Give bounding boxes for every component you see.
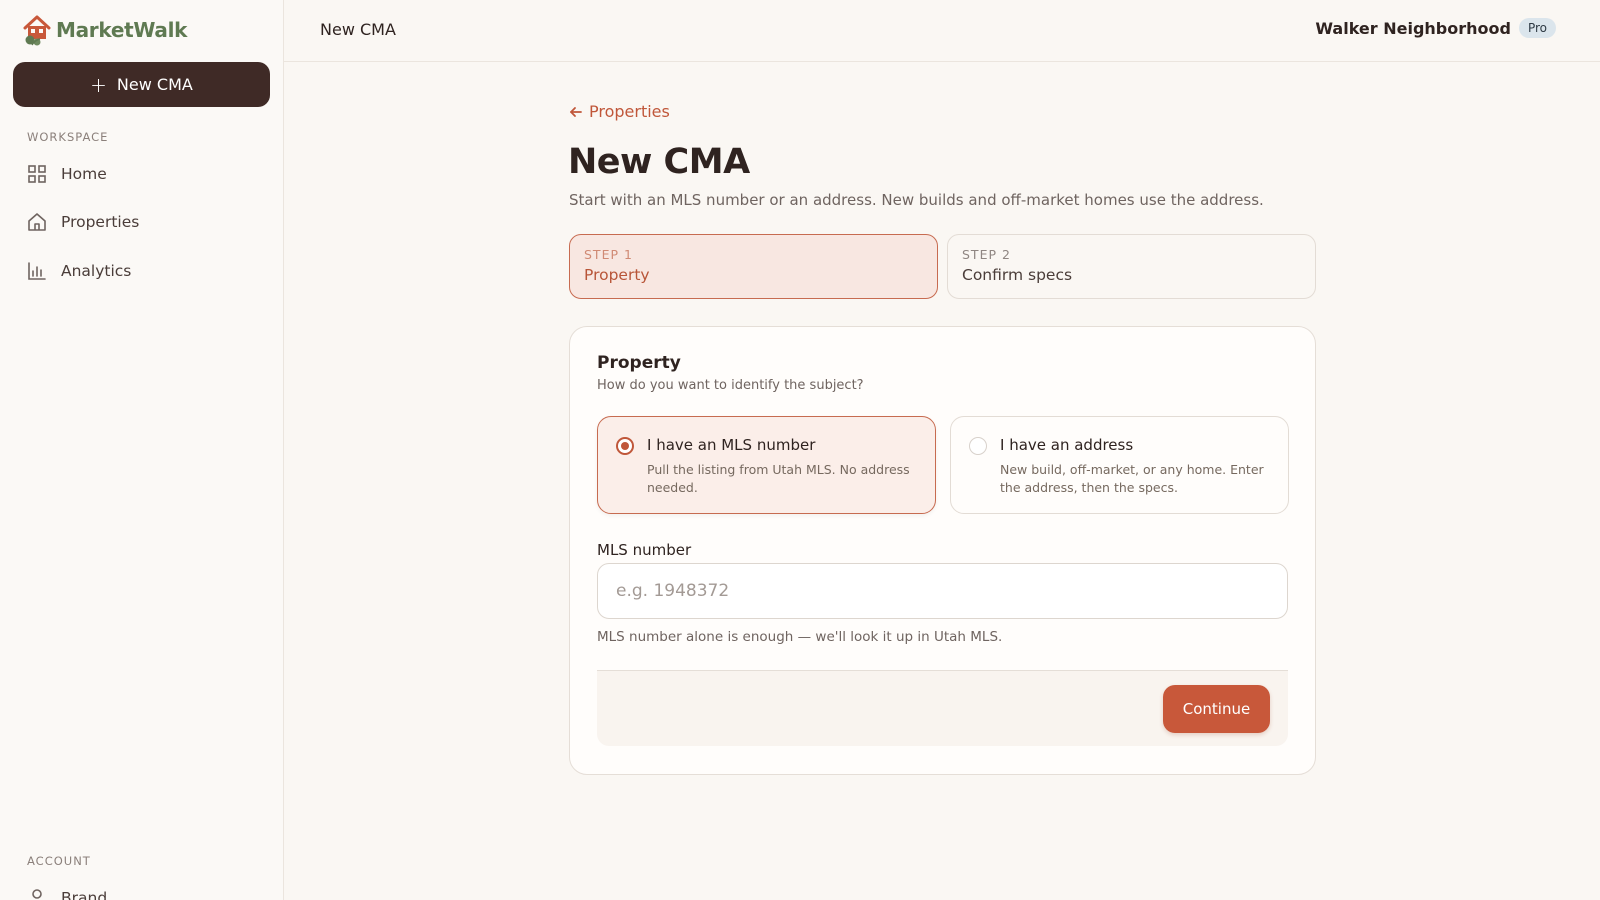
option-title: I have an MLS number xyxy=(647,436,816,454)
topbar: New CMA Walker Neighborhood Pro xyxy=(284,0,1600,62)
user-icon xyxy=(32,889,42,899)
step-label: Property xyxy=(584,266,650,284)
logo[interactable]: MarketWalk xyxy=(22,14,187,46)
brand-name: MarketWalk xyxy=(56,18,188,42)
option-title: I have an address xyxy=(1000,436,1134,454)
option-mls-number[interactable]: I have an MLS number Pull the listing fr… xyxy=(597,416,936,514)
step-number: STEP 2 xyxy=(962,247,1011,262)
sidebar-item-label: Properties xyxy=(61,213,140,231)
back-to-properties-link[interactable]: Properties xyxy=(569,102,670,121)
mls-number-help: MLS number alone is enough — we'll look … xyxy=(597,629,1003,645)
sidebar-item-analytics[interactable]: Analytics xyxy=(27,261,131,281)
property-card: Property How do you want to identify the… xyxy=(569,326,1316,775)
workspace-switcher[interactable]: Walker Neighborhood Pro xyxy=(1315,18,1556,38)
plan-badge: Pro xyxy=(1518,18,1556,38)
workspace-name: Walker Neighborhood xyxy=(1315,18,1511,38)
sidebar-item-home[interactable]: Home xyxy=(27,164,107,184)
card-footer: Continue xyxy=(597,670,1288,746)
sidebar-item-label: Analytics xyxy=(61,262,132,280)
sidebar-item-label: Brand xyxy=(61,889,108,900)
card-title: Property xyxy=(597,353,681,373)
back-link-label: Properties xyxy=(589,102,670,121)
topbar-title: New CMA xyxy=(320,20,396,39)
new-cma-button[interactable]: + New CMA xyxy=(13,62,270,107)
account-section-label: ACCOUNT xyxy=(27,854,91,868)
continue-button[interactable]: Continue xyxy=(1163,685,1270,733)
radio-unselected[interactable] xyxy=(969,437,987,455)
sidebar-item-properties[interactable]: Properties xyxy=(27,212,139,232)
bar-chart-icon xyxy=(28,262,46,280)
sidebar-item-label: Home xyxy=(61,165,107,183)
step-confirm-specs[interactable]: STEP 2 Confirm specs xyxy=(947,234,1316,299)
arrow-left-icon xyxy=(570,106,582,117)
radio-selected[interactable] xyxy=(616,437,634,455)
sidebar: MarketWalk + New CMA WORKSPACE Home Prop… xyxy=(0,0,284,900)
step-label: Confirm specs xyxy=(962,266,1073,284)
new-cma-button-label: New CMA xyxy=(116,75,193,94)
sidebar-item-brand[interactable]: Brand xyxy=(27,888,107,900)
option-address[interactable]: I have an address New build, off-market,… xyxy=(950,416,1289,514)
mls-number-label: MLS number xyxy=(597,541,692,559)
option-description: New build, off-market, or any home. Ente… xyxy=(1000,462,1264,495)
page-title: New CMA xyxy=(568,142,750,182)
card-subtitle: How do you want to identify the subject? xyxy=(597,378,864,393)
workspace-section-label: WORKSPACE xyxy=(27,130,109,144)
grid-icon xyxy=(28,165,46,183)
step-number: STEP 1 xyxy=(584,247,633,262)
step-property[interactable]: STEP 1 Property xyxy=(569,234,938,299)
mls-number-input[interactable] xyxy=(597,563,1288,619)
plus-icon: + xyxy=(90,72,107,97)
house-logo-icon xyxy=(23,15,51,46)
page-subtitle: Start with an MLS number or an address. … xyxy=(569,191,1264,209)
house-icon xyxy=(28,213,46,231)
option-description: Pull the listing from Utah MLS. No addre… xyxy=(647,462,910,495)
